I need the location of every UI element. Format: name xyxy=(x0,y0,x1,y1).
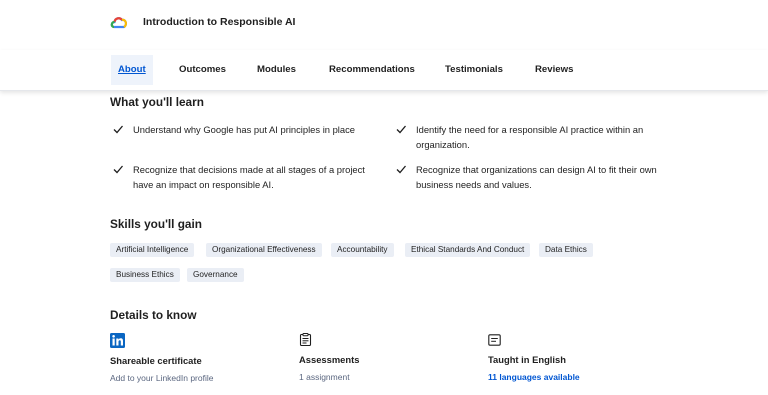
check-icon xyxy=(396,125,406,134)
assessment-icon xyxy=(299,333,312,346)
check-icon xyxy=(113,165,123,174)
check-icon xyxy=(113,125,123,134)
skills-section-title: Skills you'll gain xyxy=(110,217,202,231)
learn-item: Recognize that organizations can design … xyxy=(416,164,657,190)
detail-assessments-title: Assessments xyxy=(299,354,360,365)
tab-outcomes[interactable]: Outcomes xyxy=(172,55,233,85)
skill-tag[interactable]: Governance xyxy=(187,268,244,282)
detail-language-title: Taught in English xyxy=(488,354,566,365)
linkedin-icon xyxy=(110,333,125,348)
tab-recommendations[interactable]: Recommendations xyxy=(322,55,422,85)
learn-section-title: What you'll learn xyxy=(110,95,204,109)
tab-modules[interactable]: Modules xyxy=(250,55,303,85)
languages-available-link[interactable]: 11 languages available xyxy=(488,372,580,382)
details-section-title: Details to know xyxy=(110,308,197,322)
tab-about[interactable]: About xyxy=(111,55,153,85)
tab-reviews[interactable]: Reviews xyxy=(528,55,580,85)
skill-tag[interactable]: Organizational Effectiveness xyxy=(206,243,322,257)
language-icon xyxy=(488,334,501,346)
learn-item: Recognize that decisions made at all sta… xyxy=(133,164,365,190)
course-header: Introduction to Responsible AI xyxy=(0,0,768,45)
detail-certificate-title: Shareable certificate xyxy=(110,355,202,366)
check-icon xyxy=(396,165,406,174)
section-nav: About Outcomes Modules Recommendations T… xyxy=(0,50,768,91)
detail-certificate-sub: Add to your LinkedIn profile xyxy=(110,373,214,383)
learn-item: Identify the need for a responsible AI p… xyxy=(416,124,644,150)
google-cloud-icon[interactable] xyxy=(110,14,128,30)
learn-item: Understand why Google has put AI princip… xyxy=(133,124,356,135)
skill-tag[interactable]: Business Ethics xyxy=(110,268,180,282)
detail-assessments-sub: 1 assignment xyxy=(299,372,350,382)
skill-tag[interactable]: Artificial Intelligence xyxy=(110,243,195,257)
skill-tag[interactable]: Data Ethics xyxy=(539,243,593,257)
skill-tag[interactable]: Accountability xyxy=(331,243,394,257)
skill-tag[interactable]: Ethical Standards And Conduct xyxy=(405,243,531,257)
course-title: Introduction to Responsible AI xyxy=(143,16,296,28)
tab-testimonials[interactable]: Testimonials xyxy=(438,55,510,85)
